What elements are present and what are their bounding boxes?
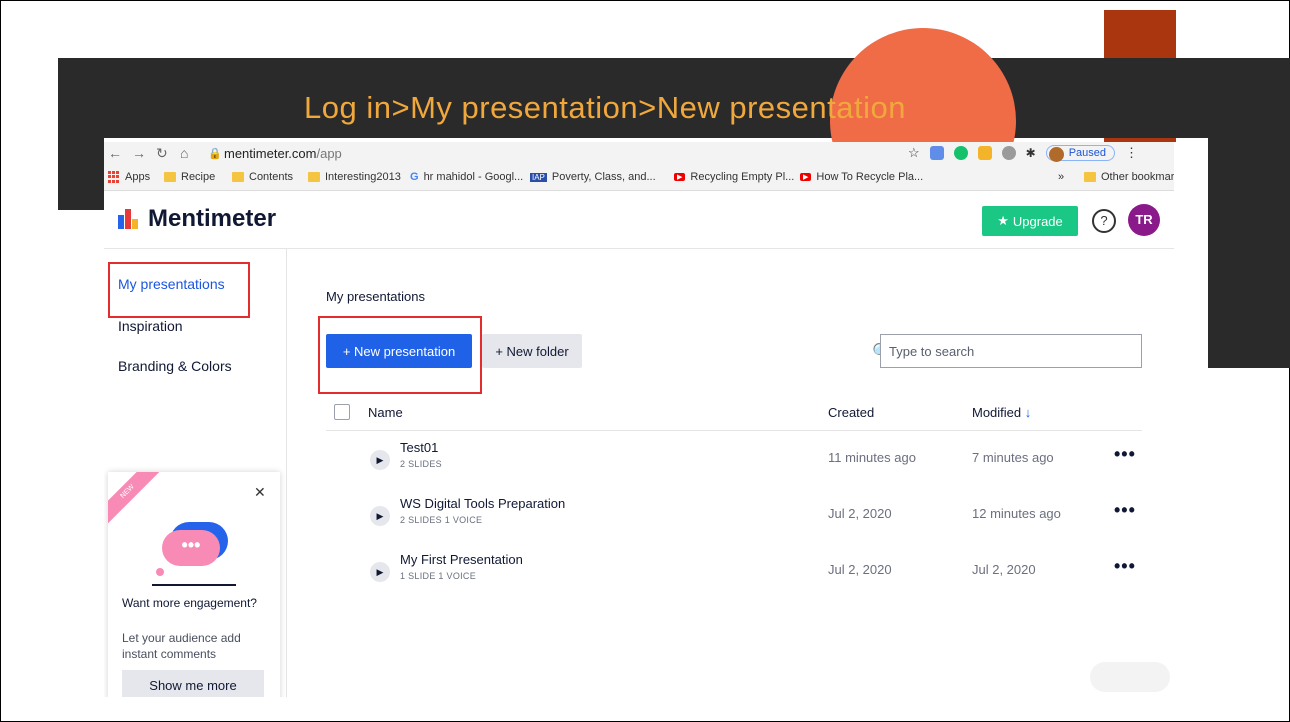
browser-window: ← → ↻ ⌂ 🔒 mentimeter.com/app ☆ ✱ Paused … [104, 142, 1174, 697]
corner-decoration [1090, 662, 1170, 692]
column-name[interactable]: Name [368, 405, 403, 420]
new-ribbon: NEW [108, 472, 170, 534]
apps-grid-icon [108, 171, 120, 183]
folder-icon [164, 172, 176, 182]
folder-icon [232, 172, 244, 182]
play-icon[interactable]: ▶ [370, 450, 390, 470]
presentation-title[interactable]: Test01 [400, 440, 438, 455]
presentation-meta: 2 SLIDES [400, 459, 442, 469]
folder-icon [308, 172, 320, 182]
bookmark-apps[interactable]: Apps [108, 171, 150, 183]
address-bar: ← → ↻ ⌂ 🔒 mentimeter.com/app ☆ ✱ Paused … [104, 142, 1174, 166]
home-icon[interactable]: ⌂ [180, 145, 188, 161]
help-icon[interactable]: ? [1092, 209, 1116, 233]
folder-icon [1084, 172, 1096, 182]
upgrade-button[interactable]: ★ Upgrade [982, 206, 1078, 236]
table-header: Name Created Modified ↓ [326, 400, 1142, 431]
bookmark-poverty[interactable]: IAP Poverty, Class, and... [530, 171, 656, 183]
bookmark-recycling[interactable]: ▶ Recycling Empty Pl... [674, 171, 794, 183]
slide-banner-side [1208, 58, 1290, 368]
google-icon: G [410, 171, 419, 183]
user-avatar[interactable]: TR [1128, 204, 1160, 236]
column-created[interactable]: Created [828, 405, 874, 420]
back-icon[interactable]: ← [108, 145, 122, 161]
app-header: Mentimeter ★ Upgrade ? TR [104, 190, 1174, 249]
extension-icon[interactable] [929, 146, 944, 160]
sidebar-item-inspiration[interactable]: Inspiration [118, 318, 183, 334]
sidebar-item-branding-colors[interactable]: Branding & Colors [118, 358, 232, 374]
bookmarks-bar: Apps Recipe Contents Interesting2013 Ghr… [104, 166, 1174, 191]
youtube-icon: ▶ [674, 173, 686, 181]
table-row[interactable]: ▶ WS Digital Tools Preparation 2 SLIDES … [326, 494, 1142, 550]
thumbs-up-icon[interactable] [977, 146, 992, 160]
created-date: Jul 2, 2020 [828, 562, 892, 577]
puzzle-icon[interactable]: ✱ [1026, 146, 1036, 160]
profile-avatar [1048, 147, 1064, 162]
more-options-icon[interactable]: ••• [1114, 444, 1136, 465]
menu-kebab-icon[interactable]: ⋮ [1125, 145, 1138, 161]
modified-date: 12 minutes ago [972, 506, 1061, 521]
column-modified[interactable]: Modified ↓ [972, 405, 1031, 420]
more-options-icon[interactable]: ••• [1114, 556, 1136, 577]
select-all-checkbox[interactable] [334, 404, 350, 420]
play-icon[interactable]: ▶ [370, 562, 390, 582]
created-date: 11 minutes ago [828, 450, 916, 465]
extension-icon[interactable] [1001, 146, 1016, 160]
modified-date: 7 minutes ago [972, 450, 1054, 465]
comment-bubble-icon: ••• [162, 530, 220, 566]
bookmarks-more[interactable]: » [1058, 171, 1064, 183]
bookmark-how-to-recycle[interactable]: ▶ How To Recycle Pla... [800, 171, 923, 183]
modified-date: Jul 2, 2020 [972, 562, 1036, 577]
sidebar-item-my-presentations[interactable]: My presentations [118, 276, 225, 292]
table-row[interactable]: ▶ Test01 2 SLIDES 11 minutes ago 7 minut… [326, 438, 1142, 494]
show-me-more-button[interactable]: Show me more [122, 670, 264, 697]
new-folder-button[interactable]: + New folder [482, 334, 582, 368]
sort-arrow-icon: ↓ [1024, 405, 1032, 420]
presentation-title[interactable]: My First Presentation [400, 552, 523, 567]
lock-icon: 🔒 [208, 148, 222, 160]
play-icon[interactable]: ▶ [370, 506, 390, 526]
extension-icons: ☆ ✱ Paused ⋮ [908, 145, 1138, 162]
presentation-title[interactable]: WS Digital Tools Preparation [400, 496, 565, 511]
more-options-icon[interactable]: ••• [1114, 500, 1136, 521]
promo-title: Want more engagement? [122, 596, 257, 610]
star-icon: ★ [997, 213, 1009, 228]
reload-icon[interactable]: ↻ [156, 145, 168, 162]
presentation-meta: 1 SLIDE 1 VOICE [400, 571, 477, 581]
created-date: Jul 2, 2020 [828, 506, 892, 521]
grammarly-icon[interactable] [953, 146, 968, 160]
mentimeter-logo[interactable]: Mentimeter [118, 205, 276, 233]
bookmark-contents[interactable]: Contents [232, 171, 293, 183]
promo-card: NEW ✕ ••• Want more engagement? Let your… [108, 472, 280, 697]
star-icon[interactable]: ☆ [908, 145, 920, 161]
slide-banner-left [58, 130, 104, 210]
forward-icon[interactable]: → [132, 145, 146, 161]
search-input[interactable] [880, 334, 1142, 368]
page-title: My presentations [326, 289, 425, 304]
bookmark-recipe[interactable]: Recipe [164, 171, 215, 183]
bubble-tail [156, 568, 164, 576]
presentation-meta: 2 SLIDES 1 VOICE [400, 515, 483, 525]
bookmark-google[interactable]: Ghr mahidol - Googl... [410, 171, 523, 183]
promo-text: Let your audience add instant comments [122, 631, 241, 661]
highlight-box [318, 316, 482, 394]
url-field[interactable]: mentimeter.com/app [224, 146, 342, 161]
mentimeter-logo-icon [118, 209, 140, 229]
table-row[interactable]: ▶ My First Presentation 1 SLIDE 1 VOICE … [326, 550, 1142, 606]
bookmark-other[interactable]: Other bookmarks [1084, 171, 1174, 183]
youtube-icon: ▶ [800, 173, 812, 181]
profile-paused-button[interactable]: Paused [1045, 145, 1115, 162]
close-icon[interactable]: ✕ [254, 484, 266, 501]
slide-title: Log in>My presentation>New presentation [304, 90, 906, 125]
bookmark-interesting2013[interactable]: Interesting2013 [308, 171, 401, 183]
divider [152, 584, 236, 586]
iap-icon: IAP [530, 172, 547, 182]
